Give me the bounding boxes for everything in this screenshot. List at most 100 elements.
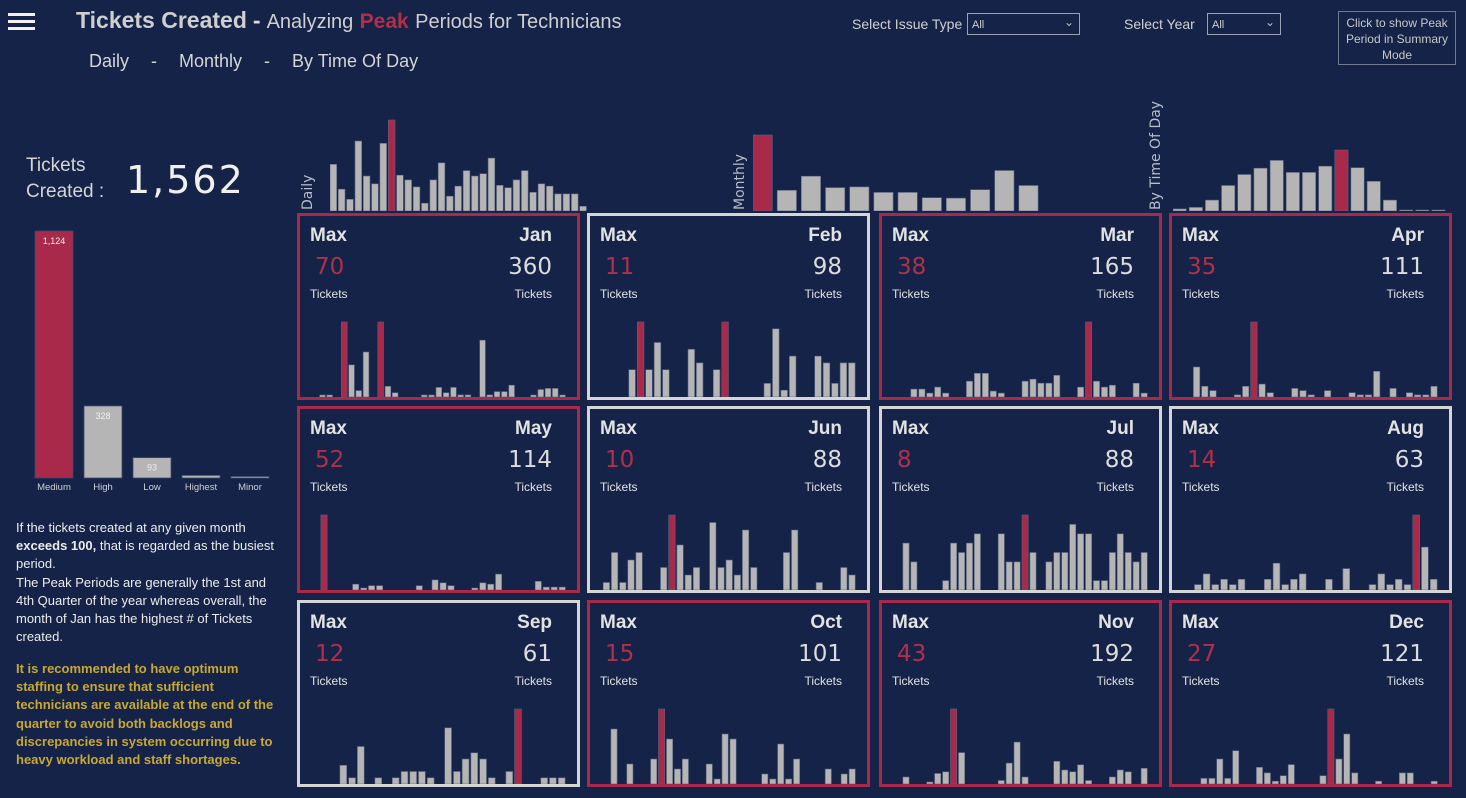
day-bar[interactable] (1029, 552, 1037, 591)
monthly-bar[interactable] (994, 170, 1015, 212)
day-bar[interactable] (742, 529, 750, 590)
daily-bar[interactable] (537, 183, 546, 211)
day-bar[interactable] (479, 758, 487, 784)
day-bar[interactable] (1132, 561, 1140, 590)
day-bar[interactable] (1116, 533, 1124, 590)
day-bar[interactable] (421, 394, 428, 397)
nav-monthly[interactable]: Monthly (179, 51, 242, 71)
day-bar[interactable] (610, 728, 618, 784)
day-bar[interactable] (1335, 758, 1343, 784)
time-of-day-bar[interactable] (1237, 174, 1252, 212)
day-bar[interactable] (1279, 775, 1287, 784)
time-of-day-bar[interactable] (1285, 172, 1300, 211)
day-bar[interactable] (966, 380, 973, 397)
day-bar[interactable] (550, 586, 558, 590)
day-bar[interactable] (1193, 366, 1201, 397)
day-bar[interactable] (1266, 392, 1274, 397)
day-bar[interactable] (848, 768, 856, 784)
day-bar[interactable] (772, 328, 780, 397)
day-bar[interactable] (493, 391, 501, 397)
day-bar[interactable] (319, 394, 326, 397)
day-bar[interactable] (549, 777, 557, 784)
day-bar[interactable] (1109, 776, 1116, 784)
day-bar[interactable] (1194, 584, 1202, 590)
day-bar[interactable] (439, 582, 447, 590)
monthly-bar[interactable] (825, 187, 846, 211)
day-bar[interactable] (418, 771, 426, 785)
time-of-day-bar[interactable] (1173, 208, 1187, 211)
daily-bar[interactable] (338, 188, 346, 211)
day-bar[interactable] (626, 763, 634, 784)
day-bar[interactable] (428, 394, 435, 397)
day-bar[interactable] (910, 561, 918, 590)
day-bar[interactable] (1377, 573, 1385, 590)
day-bar[interactable] (377, 321, 384, 397)
day-bar[interactable] (713, 369, 721, 397)
day-bar[interactable] (1124, 552, 1132, 591)
time-of-day-bar[interactable] (1318, 165, 1333, 211)
day-bar[interactable] (537, 389, 544, 398)
daily-bar[interactable] (362, 175, 371, 211)
day-bar[interactable] (705, 763, 713, 784)
day-bar[interactable] (682, 758, 689, 784)
day-bar[interactable] (713, 778, 721, 784)
day-bar[interactable] (1264, 579, 1272, 590)
day-bar[interactable] (1045, 561, 1053, 590)
day-bar[interactable] (1201, 386, 1209, 397)
day-bar[interactable] (1406, 392, 1414, 397)
day-bar[interactable] (789, 355, 797, 397)
day-bar[interactable] (1037, 382, 1045, 397)
daily-bar[interactable] (446, 195, 454, 211)
day-bar[interactable] (619, 582, 627, 591)
day-bar[interactable] (470, 752, 478, 784)
day-bar[interactable] (1327, 708, 1335, 784)
day-bar[interactable] (997, 780, 1005, 785)
day-bar[interactable] (1061, 552, 1069, 591)
day-bar[interactable] (1209, 390, 1217, 397)
day-bar[interactable] (320, 514, 328, 590)
day-bar[interactable] (628, 369, 636, 397)
day-bar[interactable] (902, 542, 910, 590)
day-bar[interactable] (447, 585, 455, 590)
day-bar[interactable] (1085, 533, 1092, 590)
day-bar[interactable] (508, 384, 515, 397)
day-bar[interactable] (1029, 378, 1037, 397)
day-bar[interactable] (360, 587, 368, 590)
day-bar[interactable] (341, 321, 348, 397)
day-bar[interactable] (814, 355, 822, 397)
day-bar[interactable] (1208, 778, 1216, 784)
day-bar[interactable] (848, 574, 856, 590)
daily-bar[interactable] (579, 206, 587, 211)
day-bar[interactable] (1356, 394, 1364, 397)
day-bar[interactable] (1365, 394, 1373, 397)
time-of-day-bar[interactable] (1399, 209, 1414, 211)
day-bar[interactable] (1430, 579, 1438, 590)
day-bar[interactable] (974, 372, 981, 397)
day-bar[interactable] (668, 514, 676, 590)
day-bar[interactable] (848, 362, 856, 397)
month-card-jul[interactable]: Max Jul 8 88 Tickets Tickets (879, 406, 1162, 593)
day-bar[interactable] (635, 552, 643, 591)
day-bar[interactable] (1307, 394, 1315, 397)
day-bar[interactable] (1272, 562, 1281, 590)
day-bar[interactable] (645, 369, 653, 397)
day-bar[interactable] (1406, 772, 1414, 784)
day-bar[interactable] (958, 552, 965, 591)
daily-bar[interactable] (512, 179, 521, 211)
day-bar[interactable] (1116, 769, 1124, 784)
monthly-bar[interactable] (753, 134, 773, 211)
day-bar[interactable] (831, 383, 839, 397)
day-bar[interactable] (1053, 760, 1061, 784)
day-bar[interactable] (1053, 374, 1061, 397)
day-bar[interactable] (355, 390, 362, 397)
day-bar[interactable] (1140, 392, 1148, 397)
day-bar[interactable] (1077, 386, 1084, 397)
month-card-oct[interactable]: Max Oct 15 101 Tickets Tickets (587, 600, 870, 787)
day-bar[interactable] (1430, 386, 1438, 397)
day-bar[interactable] (1216, 758, 1224, 784)
day-bar[interactable] (540, 777, 548, 784)
day-bar[interactable] (910, 388, 918, 397)
day-bar[interactable] (958, 752, 965, 784)
day-bar[interactable] (1233, 394, 1241, 397)
day-bar[interactable] (544, 388, 552, 397)
